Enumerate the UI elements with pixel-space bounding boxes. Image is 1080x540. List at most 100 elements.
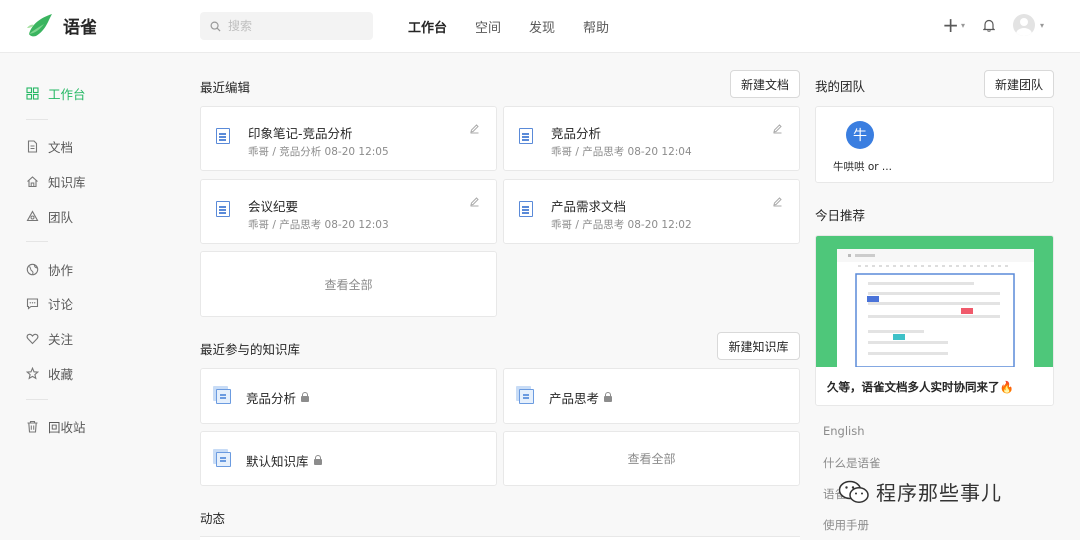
sidebar-item-discuss[interactable]: 讨论: [26, 294, 73, 313]
watermark: 程序那些事儿: [838, 477, 1002, 506]
doc-icon: [519, 201, 533, 217]
book-title: 竞品分析: [246, 388, 310, 407]
sidebar-divider: [26, 119, 48, 120]
sidebar-item-knowledge[interactable]: 知识库: [26, 172, 86, 191]
doc-meta: 乖哥 / 竞品分析 08-20 12:05: [248, 146, 389, 158]
doc-meta: 乖哥 / 产品思考 08-20 12:03: [248, 219, 389, 231]
book-title-text: 竞品分析: [246, 391, 297, 406]
team-card[interactable]: 牛 牛哄哄 or ...: [815, 106, 1054, 183]
see-all-books-card[interactable]: 查看全部: [503, 431, 800, 486]
pencil-icon[interactable]: [469, 196, 480, 207]
book-icon: [213, 386, 231, 404]
book-title-text: 产品思考: [549, 391, 600, 406]
doc-card[interactable]: 会议纪要 乖哥 / 产品思考 08-20 12:03: [200, 179, 497, 244]
document-icon: [27, 140, 38, 153]
pencil-icon[interactable]: [469, 123, 480, 134]
team-name: 牛哄哄 or ...: [833, 161, 892, 173]
team-avatar[interactable]: 牛: [846, 121, 874, 149]
doc-meta: 乖哥 / 产品思考 08-20 12:02: [551, 219, 692, 231]
avatar-chevron-icon[interactable]: ▾: [1040, 21, 1044, 30]
star-icon: [26, 367, 39, 380]
my-team-title: 我的团队: [815, 79, 866, 94]
globe-icon: [26, 263, 39, 276]
sidebar-item-workbench[interactable]: 工作台: [26, 84, 86, 103]
sidebar-item-label: 收藏: [48, 367, 74, 382]
doc-icon: [216, 201, 230, 217]
nav-space[interactable]: 空间: [475, 17, 501, 36]
header-actions: + ▾ ▾: [942, 14, 1044, 36]
recommend-title: 今日推荐: [815, 208, 866, 223]
see-all-docs-link[interactable]: 查看全部: [201, 252, 496, 316]
recent-edits-title: 最近编辑: [200, 80, 251, 95]
new-book-button[interactable]: 新建知识库: [717, 332, 800, 360]
sidebar-item-label: 协作: [48, 263, 74, 278]
search-input[interactable]: [228, 19, 358, 33]
sidebar-item-favorites[interactable]: 收藏: [26, 364, 73, 383]
pencil-icon[interactable]: [772, 196, 783, 207]
doc-card[interactable]: 印象笔记-竞品分析 乖哥 / 竞品分析 08-20 12:05: [200, 106, 497, 171]
pencil-icon[interactable]: [772, 123, 783, 134]
doc-title: 印象笔记-竞品分析: [248, 126, 353, 141]
see-all-docs-card[interactable]: 查看全部: [200, 251, 497, 317]
sidebar-item-label: 工作台: [48, 87, 86, 102]
user-avatar[interactable]: [1012, 14, 1035, 36]
book-icon: [213, 449, 231, 467]
book-card[interactable]: 产品思考: [503, 368, 800, 424]
recent-books-title: 最近参与的知识库: [200, 342, 301, 357]
nav-workbench[interactable]: 工作台: [408, 17, 447, 36]
chat-icon: [26, 298, 39, 310]
doc-title: 会议纪要: [248, 199, 299, 214]
sidebar-divider: [26, 241, 48, 242]
trash-icon: [27, 420, 38, 433]
recommend-screenshot: [837, 249, 1034, 368]
yuque-bird-icon: [27, 14, 52, 37]
book-title-text: 默认知识库: [246, 454, 309, 469]
book-icon: [516, 386, 534, 404]
team-icon: [26, 210, 39, 222]
doc-card[interactable]: 竞品分析 乖哥 / 产品思考 08-20 12:04: [503, 106, 800, 171]
doc-icon: [216, 128, 230, 144]
doc-icon: [519, 128, 533, 144]
see-all-books-link[interactable]: 查看全部: [504, 432, 799, 485]
plus-icon[interactable]: +: [942, 14, 959, 36]
doc-preview-illustration: [837, 249, 1034, 368]
doc-meta: 乖哥 / 产品思考 08-20 12:04: [551, 146, 692, 158]
wechat-icon: [838, 480, 869, 503]
sidebar-item-label: 回收站: [48, 420, 86, 435]
activity-card: [200, 536, 800, 540]
doc-card[interactable]: 产品需求文档 乖哥 / 产品思考 08-20 12:02: [503, 179, 800, 244]
footer-link-about[interactable]: 什么是语雀: [823, 455, 881, 471]
lock-icon: [301, 391, 310, 402]
new-doc-button[interactable]: 新建文档: [730, 70, 800, 98]
top-nav: 工作台 空间 发现 帮助: [408, 17, 637, 36]
book-title: 默认知识库: [246, 451, 322, 470]
footer-link-manual[interactable]: 使用手册: [823, 517, 869, 533]
sidebar-item-team[interactable]: 团队: [26, 207, 73, 226]
doc-title: 竞品分析: [551, 126, 602, 141]
book-card[interactable]: 竞品分析: [200, 368, 497, 424]
bell-icon[interactable]: [982, 19, 995, 32]
nav-discover[interactable]: 发现: [529, 17, 555, 36]
grid-icon: [26, 87, 39, 100]
sidebar-divider: [26, 399, 48, 400]
sidebar-item-follow[interactable]: 关注: [26, 329, 73, 348]
recommend-card[interactable]: 久等，语雀文档多人实时协同来了🔥: [815, 235, 1054, 406]
lock-icon: [313, 454, 322, 465]
search-icon: [210, 21, 221, 32]
book-card[interactable]: 默认知识库: [200, 431, 497, 486]
lock-icon: [604, 391, 613, 402]
chevron-down-icon[interactable]: ▾: [961, 21, 965, 30]
heart-icon: [26, 333, 39, 345]
nav-help[interactable]: 帮助: [583, 17, 609, 36]
sidebar-item-trash[interactable]: 回收站: [26, 417, 86, 436]
logo[interactable]: 语雀: [26, 12, 97, 38]
sidebar-item-label: 文档: [48, 140, 74, 155]
logo-text: 语雀: [63, 17, 97, 38]
recommend-banner: [816, 236, 1053, 368]
search-box[interactable]: [200, 12, 373, 40]
sidebar-item-collab[interactable]: 协作: [26, 260, 73, 279]
footer-link-english[interactable]: English: [823, 424, 865, 438]
recommend-caption: 久等，语雀文档多人实时协同来了🔥: [827, 380, 1014, 394]
new-team-button[interactable]: 新建团队: [984, 70, 1054, 98]
sidebar-item-docs[interactable]: 文档: [26, 137, 73, 156]
